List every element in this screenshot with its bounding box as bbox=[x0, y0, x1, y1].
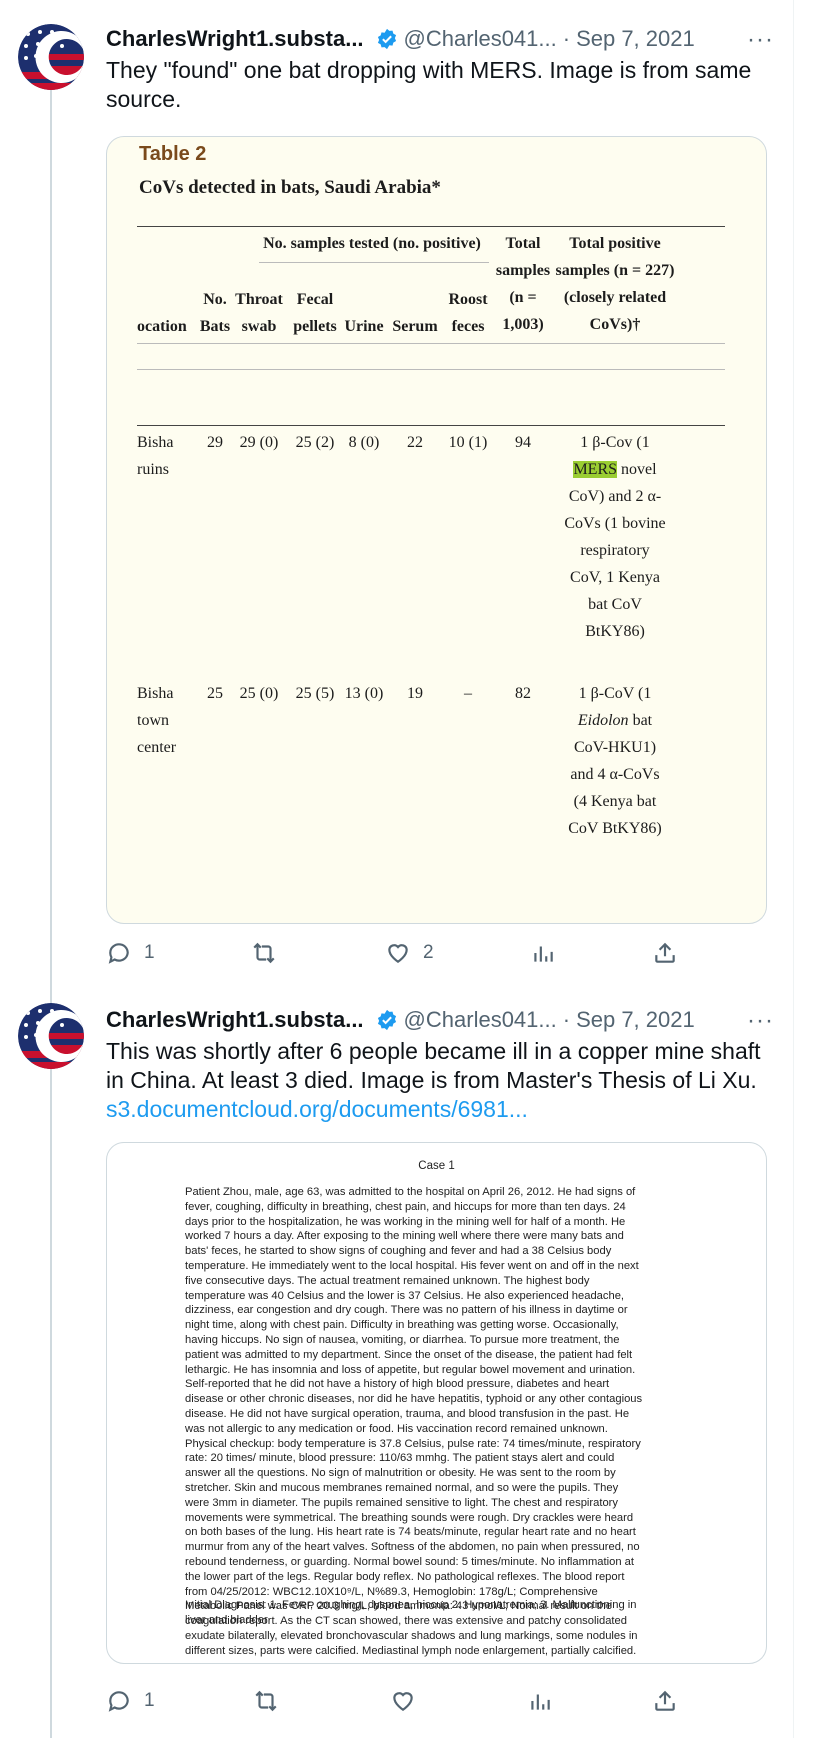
document-body: Patient Zhou, male, age 63, was admitted… bbox=[185, 1186, 643, 1657]
table-header-throat: Throat swab bbox=[235, 291, 283, 335]
table-cell-location: Bisha ruins bbox=[137, 434, 174, 478]
table-group-header: No. samples tested (no. positive) bbox=[263, 235, 481, 252]
mers-highlight: MERS bbox=[573, 461, 618, 478]
retweet-icon bbox=[255, 1690, 277, 1712]
verified-badge-icon bbox=[377, 28, 396, 50]
tweet-text: They "found" one bat dropping with MERS.… bbox=[106, 57, 752, 112]
positive-text: 1 β-Cov (1 bbox=[580, 434, 650, 451]
table-header-location: ocation bbox=[137, 318, 187, 335]
table-rule bbox=[137, 226, 725, 227]
table-cell-urine: 8 (0) bbox=[348, 434, 380, 451]
tweet[interactable]: CharlesWright1.substa... @Charles041... … bbox=[0, 985, 794, 1738]
tweet-text: This was shortly after 6 people became i… bbox=[106, 1037, 776, 1124]
reply-button[interactable]: 1 bbox=[106, 940, 155, 966]
table-cell-roost: 10 (1) bbox=[448, 434, 488, 451]
analytics-icon bbox=[531, 1694, 550, 1710]
tweet-image[interactable]: Case 1 Patient Zhou, male, age 63, was a… bbox=[106, 1142, 767, 1664]
table-header-serum: Serum bbox=[392, 318, 438, 335]
table-cell-positive: 1 β-CoV (1 Eidolon bat CoV-HKU1) and 4 α… bbox=[563, 680, 667, 842]
like-count: 2 bbox=[422, 942, 434, 963]
table-cell-throat: 25 (0) bbox=[239, 685, 279, 702]
reply-count: 1 bbox=[144, 942, 155, 963]
like-button[interactable]: 2 bbox=[385, 940, 434, 966]
table-rule bbox=[259, 262, 489, 263]
tweet-header: CharlesWright1.substa... @Charles041... … bbox=[106, 26, 794, 52]
reply-count: 1 bbox=[144, 1690, 155, 1711]
table-header-urine: Urine bbox=[344, 318, 384, 335]
table-label: Table 2 bbox=[139, 143, 207, 165]
table-cell-total: 82 bbox=[515, 685, 531, 702]
reply-icon bbox=[108, 943, 129, 964]
share-icon bbox=[655, 1690, 675, 1711]
positive-text: novel CoV) and 2 α-CoVs (1 bovine respir… bbox=[564, 461, 666, 640]
tweet-image[interactable]: Table 2 CoVs detected in bats, Saudi Ara… bbox=[106, 136, 767, 924]
author-handle[interactable]: @Charles041... bbox=[404, 1007, 557, 1033]
tweet-link[interactable]: s3.documentcloud.org/documents/6981... bbox=[106, 1096, 528, 1122]
tweet-date[interactable]: Sep 7, 2021 bbox=[576, 26, 695, 52]
positive-italic: Eidolon bbox=[577, 712, 629, 729]
avatar[interactable] bbox=[18, 24, 84, 90]
tweet-header: CharlesWright1.substa... @Charles041... … bbox=[106, 1007, 794, 1033]
document-diagnosis: Initial Diagnosis: 1. Fever, coughing, d… bbox=[185, 1599, 637, 1626]
heart-icon bbox=[393, 1692, 414, 1711]
share-icon bbox=[655, 942, 675, 963]
table-cell-total: 94 bbox=[515, 434, 531, 451]
tweet-actions: 1 2 bbox=[106, 940, 678, 966]
avatar[interactable] bbox=[18, 1003, 84, 1069]
document-title: Case 1 bbox=[418, 1160, 455, 1172]
reply-button[interactable]: 1 bbox=[106, 1688, 155, 1714]
more-options-icon[interactable]: ··· bbox=[747, 1007, 774, 1035]
flag-logo-icon bbox=[18, 24, 84, 90]
table-rule bbox=[137, 343, 725, 344]
like-button[interactable] bbox=[390, 1688, 428, 1714]
table-cell-location: Bisha town center bbox=[137, 685, 177, 756]
table-header-positive: Total positive samples (n = 227) (closel… bbox=[555, 235, 675, 333]
table-title: CoVs detected in bats, Saudi Arabia* bbox=[139, 177, 441, 198]
share-button[interactable] bbox=[652, 940, 678, 966]
table-cell-urine: 13 (0) bbox=[344, 685, 384, 702]
positive-text: 1 β-CoV (1 bbox=[578, 685, 652, 702]
table-cell-positive: 1 β-Cov (1 MERS novel CoV) and 2 α-CoVs … bbox=[563, 429, 667, 645]
tweet-actions: 1 bbox=[106, 1688, 678, 1714]
table-header-total: Total samples (n = 1,003) bbox=[495, 235, 551, 333]
table-cell-throat: 29 (0) bbox=[239, 434, 279, 451]
retweet-icon bbox=[253, 942, 275, 964]
author-handle[interactable]: @Charles041... bbox=[404, 26, 557, 52]
table-rule bbox=[137, 425, 725, 426]
table-cell-fecal: 25 (2) bbox=[295, 434, 335, 451]
table-cell-roost: – bbox=[464, 685, 472, 702]
flag-logo-icon bbox=[18, 1003, 84, 1069]
table-header-fecal: Fecal pellets bbox=[293, 291, 337, 335]
table-cell-serum: 22 bbox=[407, 434, 423, 451]
separator-dot: · bbox=[562, 26, 571, 51]
tweet[interactable]: CharlesWright1.substa... @Charles041... … bbox=[0, 0, 794, 990]
retweet-button[interactable] bbox=[251, 940, 289, 966]
views-button[interactable] bbox=[527, 1688, 553, 1714]
share-button[interactable] bbox=[652, 1688, 678, 1714]
views-button[interactable] bbox=[530, 940, 556, 966]
verified-badge-icon bbox=[377, 1009, 396, 1031]
table-header-roost: Roost feces bbox=[448, 291, 488, 335]
retweet-button[interactable] bbox=[253, 1688, 291, 1714]
table-cell-serum: 19 bbox=[407, 685, 423, 702]
heart-icon bbox=[388, 944, 408, 963]
positive-text: bat CoV-HKU1) and 4 α-CoVs (4 Kenya bat … bbox=[568, 712, 662, 837]
tweet-date[interactable]: Sep 7, 2021 bbox=[576, 1007, 695, 1033]
table-rule bbox=[137, 369, 725, 370]
analytics-icon bbox=[534, 946, 553, 962]
reply-icon bbox=[108, 1691, 129, 1712]
document-image: Case 1 Patient Zhou, male, age 63, was a… bbox=[107, 1143, 766, 1663]
author-name[interactable]: CharlesWright1.substa... bbox=[106, 26, 364, 52]
table-cell-fecal: 25 (5) bbox=[295, 685, 335, 702]
tweet-text-body: This was shortly after 6 people became i… bbox=[106, 1038, 761, 1093]
more-options-icon[interactable]: ··· bbox=[747, 26, 774, 54]
separator-dot: · bbox=[562, 1007, 571, 1032]
author-name[interactable]: CharlesWright1.substa... bbox=[106, 1007, 364, 1033]
table-image: Table 2 CoVs detected in bats, Saudi Ara… bbox=[107, 137, 766, 923]
